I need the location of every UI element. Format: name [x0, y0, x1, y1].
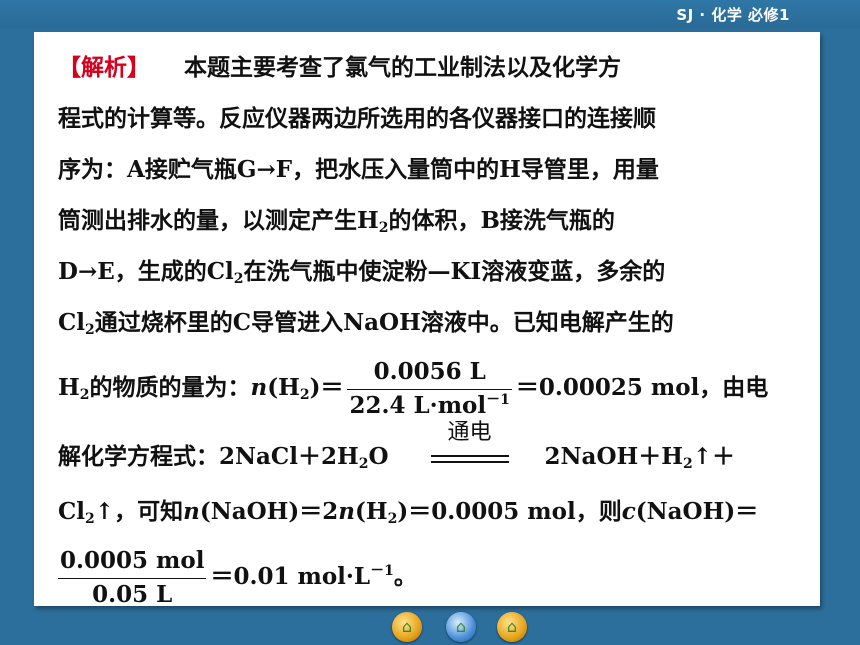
line-1: 【解析】 本题主要考查了氯气的工业制法以及化学方 — [58, 54, 621, 81]
line-8: 解化学方程式：2NaCl＋2H2O 通电 2NaOH＋H2↑＋ — [58, 420, 735, 472]
home-icon: ⌂ — [401, 617, 413, 636]
line-2: 程式的计算等。反应仪器两边所选用的各仪器接口的连接顺 — [58, 105, 656, 132]
fraction-concentration: 0.0005 mol 0.05 L — [58, 547, 207, 608]
analysis-text: 【解析】 本题主要考查了氯气的工业制法以及化学方 程式的计算等。反应仪器两边所选用… — [58, 42, 802, 617]
analysis-label: 【解析】 — [58, 54, 150, 81]
home-button[interactable]: ⌂ — [392, 612, 422, 642]
menu-button[interactable]: ⌂ — [446, 612, 476, 642]
menu-icon: ⌂ — [455, 617, 467, 636]
content-card: 【解析】 本题主要考查了氯气的工业制法以及化学方 程式的计算等。反应仪器两边所选用… — [34, 32, 820, 607]
line-10: 0.0005 mol 0.05 L ＝0.01 mol·L－1。 — [58, 547, 417, 608]
line-5: D→E，生成的Cl2在洗气瓶中使淀粉—KI溶液变蓝，多余的 — [58, 258, 666, 287]
line-9: Cl2↑，可知n(NaOH)＝2n(H2)＝0.0005 mol，则c(NaOH… — [58, 498, 759, 527]
line-6: Cl2通过烧杯里的C导管进入NaOH溶液中。已知电解产生的 — [58, 309, 674, 338]
next-button[interactable]: ⌂ — [497, 612, 527, 642]
line-7: H2的物质的量为：n(H2)＝ 0.0056 L 22.4 L·mol－1 ＝0.00… — [58, 358, 769, 419]
line-4: 筒测出排水的量，以测定产生H2的体积，B接洗气瓶的 — [58, 207, 615, 236]
fraction-mol-h2: 0.0056 L 22.4 L·mol－1 — [347, 358, 512, 419]
line-3: 序为：A接贮气瓶G→F，把水压入量筒中的H导管里，用量 — [58, 156, 659, 183]
course-tag: SJ · 化学 必修1 — [676, 6, 790, 24]
reaction-condition: 通电 — [430, 420, 509, 470]
header-bar: SJ · 化学 必修1 — [0, 0, 860, 28]
next-icon: ⌂ — [506, 617, 518, 636]
